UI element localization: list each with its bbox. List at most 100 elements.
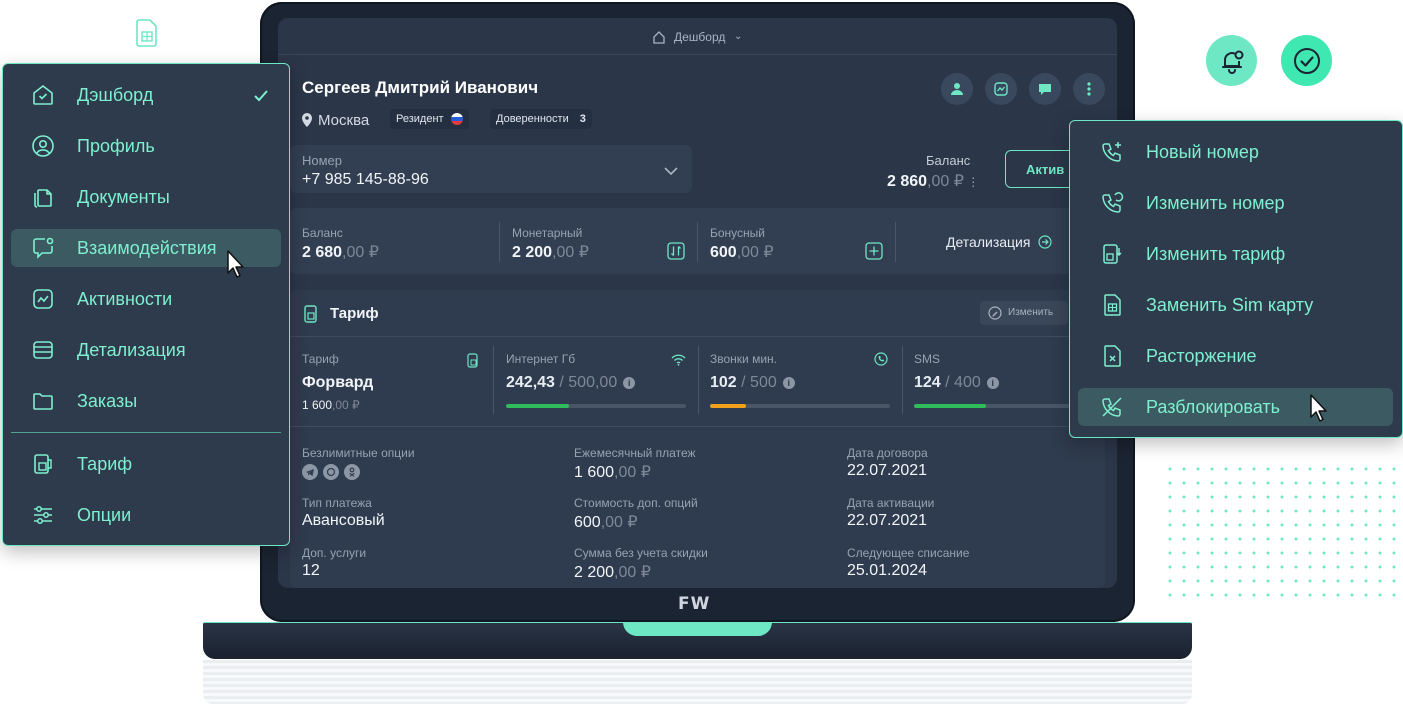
nav-item-activity[interactable]: Активности — [11, 280, 281, 318]
tariff-icon — [31, 452, 55, 476]
proxies-label: Доверенности — [496, 113, 569, 125]
action-label: Заменить Sim карту — [1146, 294, 1314, 315]
chart-icon — [994, 82, 1008, 96]
action-new-number[interactable]: Новый номер — [1078, 133, 1393, 171]
resident-badge: Резидент — [390, 109, 469, 129]
detail-unlimited: Безлимитные опции — [302, 446, 415, 480]
action-change-tariff[interactable]: Изменить тариф — [1078, 235, 1393, 273]
usage-label: SMS — [914, 352, 941, 366]
detail-sum-no-discount: Сумма без учета скидки 2 200,00 ₽ — [574, 546, 708, 582]
transfer-icon[interactable] — [667, 242, 685, 260]
dashboard-dropdown[interactable]: Дешборд — [674, 30, 725, 44]
detail-options-cost: Стоимость доп. опций 600,00 ₽ — [574, 496, 698, 532]
tariff-price: 1 600,00 ₽ — [302, 398, 360, 412]
bonus-value: 600,00 ₽ — [710, 244, 774, 261]
detail-label: Сумма без учета скидки — [574, 546, 708, 560]
sms-usage: SMS 124 / 400 i — [914, 352, 1094, 408]
nav-item-label: Профиль — [77, 135, 155, 156]
home-icon — [652, 30, 666, 44]
balance-item-label: Баланс — [302, 226, 343, 240]
documents-icon — [31, 185, 55, 209]
check-circle-icon[interactable] — [1281, 35, 1332, 86]
activate-label: Актив — [1026, 162, 1065, 177]
divider — [697, 222, 698, 262]
wifi-icon — [671, 353, 686, 371]
proxies-badge[interactable]: Доверенности 3 — [490, 109, 592, 129]
details-link[interactable]: Детализация — [946, 234, 1052, 252]
chevron-down-icon — [664, 163, 678, 181]
monetary-label: Монетарный — [512, 226, 583, 240]
monetary-item: Монетарный 2 200,00 ₽ — [512, 226, 589, 262]
nav-item-options[interactable]: Опции — [11, 496, 281, 534]
info-icon[interactable]: i — [782, 376, 795, 389]
calls-usage: Звонки мин. 102 / 500 i — [710, 352, 890, 408]
details-icon — [31, 338, 55, 362]
change-tariff-button[interactable]: Изменить — [980, 301, 1068, 325]
tariff-icon — [303, 305, 319, 323]
number-value: +7 985 145-88-96 — [302, 171, 429, 188]
nav-item-orders[interactable]: Заказы — [11, 382, 281, 420]
detail-label: Дата договора — [847, 446, 928, 460]
monetary-value: 2 200,00 ₽ — [512, 244, 589, 261]
brand-logo: FW — [678, 594, 711, 614]
detail-label: Ежемесячный платеж — [574, 446, 696, 460]
detail-label: Следующее списание — [847, 546, 970, 560]
detail-monthly: Ежемесячный платеж 1 600,00 ₽ — [574, 446, 696, 482]
edit-icon — [988, 306, 1002, 325]
info-icon[interactable]: i — [986, 376, 999, 389]
more-button[interactable] — [1073, 73, 1105, 105]
usage-value: 242,43 / 500,00 i — [506, 374, 686, 392]
tariff-card: Тариф Изменить Тариф Форвард 1 600,00 ₽ … — [290, 290, 1105, 588]
nav-item-profile[interactable]: Профиль — [11, 127, 281, 165]
chat-button[interactable] — [1029, 73, 1061, 105]
divider — [493, 346, 494, 414]
action-change-number[interactable]: Изменить номер — [1078, 184, 1393, 222]
detail-activation-date: Дата активации 22.07.2021 — [847, 496, 934, 530]
nav-item-label: Тариф — [77, 453, 133, 474]
nav-item-dashboard[interactable]: Дэшборд — [11, 76, 281, 114]
usage-bar — [710, 404, 890, 408]
usage-value: 102 / 500 i — [710, 374, 890, 392]
nav-item-tariff[interactable]: Тариф — [11, 445, 281, 483]
nav-item-label: Опции — [77, 504, 132, 525]
tariff-title: Тариф — [330, 305, 379, 322]
document-x-icon — [1100, 344, 1124, 368]
action-termination[interactable]: Расторжение — [1078, 337, 1393, 375]
tariff-small-icon — [467, 353, 480, 373]
actions-menu: Новый номер Изменить номер Изменить тари… — [1069, 120, 1403, 438]
proxies-count: 3 — [579, 113, 586, 125]
number-select[interactable]: Номер +7 985 145-88-96 — [290, 145, 692, 193]
laptop-shadow — [203, 660, 1192, 704]
details-link-label: Детализация — [946, 234, 1031, 250]
tariff-info: Тариф Форвард 1 600,00 ₽ — [302, 352, 373, 412]
nav-item-label: Активности — [77, 288, 173, 309]
divider — [902, 346, 903, 414]
activity-icon — [31, 287, 55, 311]
plus-icon[interactable] — [865, 242, 883, 260]
balance-label: Баланс — [926, 153, 971, 168]
phone-circle-icon — [874, 352, 888, 371]
activity-button[interactable] — [985, 73, 1017, 105]
action-replace-sim[interactable]: Заменить Sim карту — [1078, 286, 1393, 324]
detail-value: 22.07.2021 — [847, 512, 928, 529]
bell-icon[interactable] — [1206, 35, 1257, 86]
chevron-down-icon: ⌄ — [734, 31, 743, 42]
dot-pattern — [1163, 462, 1403, 602]
sim-card-icon — [1100, 293, 1124, 317]
balance-item: Баланс 2 680,00 ₽ — [302, 226, 379, 262]
nav-item-details[interactable]: Детализация — [11, 331, 281, 369]
bonus-label: Бонусный — [710, 226, 765, 240]
nav-item-documents[interactable]: Документы — [11, 178, 281, 216]
odnoklassniki-icon — [344, 464, 360, 480]
phone-plus-icon — [1100, 140, 1124, 164]
customer-city: Москва — [318, 112, 370, 129]
detail-value: 25.01.2024 — [847, 562, 928, 579]
action-unblock[interactable]: Разблокировать — [1078, 388, 1393, 426]
change-label: Изменить — [1008, 307, 1054, 318]
laptop-notch — [623, 622, 772, 636]
internet-usage: Интернет Гб 242,43 / 500,00 i — [506, 352, 686, 408]
usage-label: Звонки мин. — [710, 352, 777, 366]
profile-button[interactable] — [941, 73, 973, 105]
info-icon[interactable]: i — [623, 376, 636, 389]
divider — [698, 346, 699, 414]
